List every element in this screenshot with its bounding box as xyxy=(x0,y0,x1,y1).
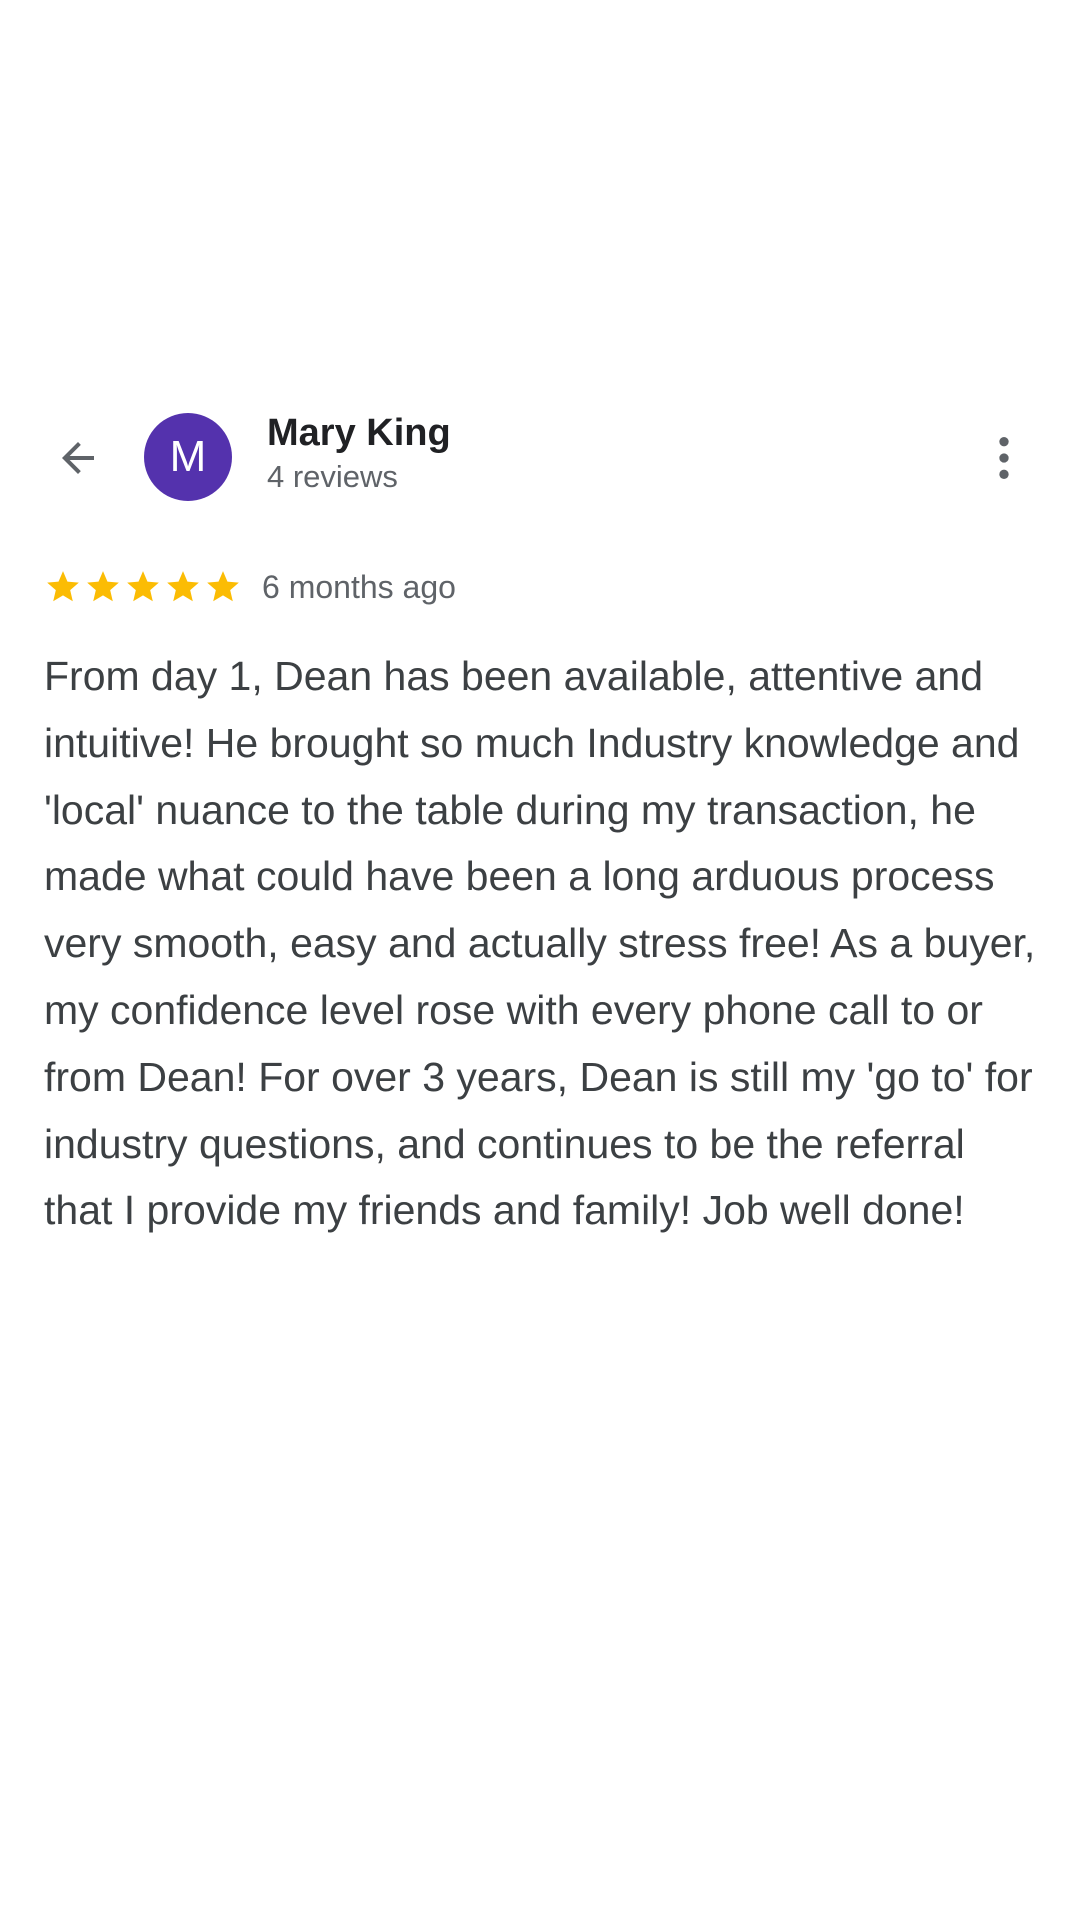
more-vert-icon xyxy=(999,437,1009,479)
review-age: 6 months ago xyxy=(262,568,456,605)
reviewer-review-count: 4 reviews xyxy=(267,459,398,494)
avatar-letter: M xyxy=(169,432,207,481)
review-header: M Mary King 4 reviews xyxy=(0,402,1080,512)
star-icon xyxy=(87,571,119,602)
star-icon xyxy=(127,571,159,602)
star-icon xyxy=(47,571,79,602)
star-icon xyxy=(207,571,239,602)
reviewer-name[interactable]: Mary King xyxy=(267,411,451,457)
more-options-button[interactable] xyxy=(976,420,1032,496)
review-text: From day 1, Dean has been available, att… xyxy=(44,653,1036,1234)
back-button[interactable] xyxy=(40,426,116,490)
star-icon xyxy=(167,571,199,602)
avatar[interactable]: M xyxy=(144,413,232,501)
rating-row: 6 months ago xyxy=(44,565,456,609)
star-rating xyxy=(44,568,242,606)
arrow-back-icon xyxy=(62,442,94,474)
